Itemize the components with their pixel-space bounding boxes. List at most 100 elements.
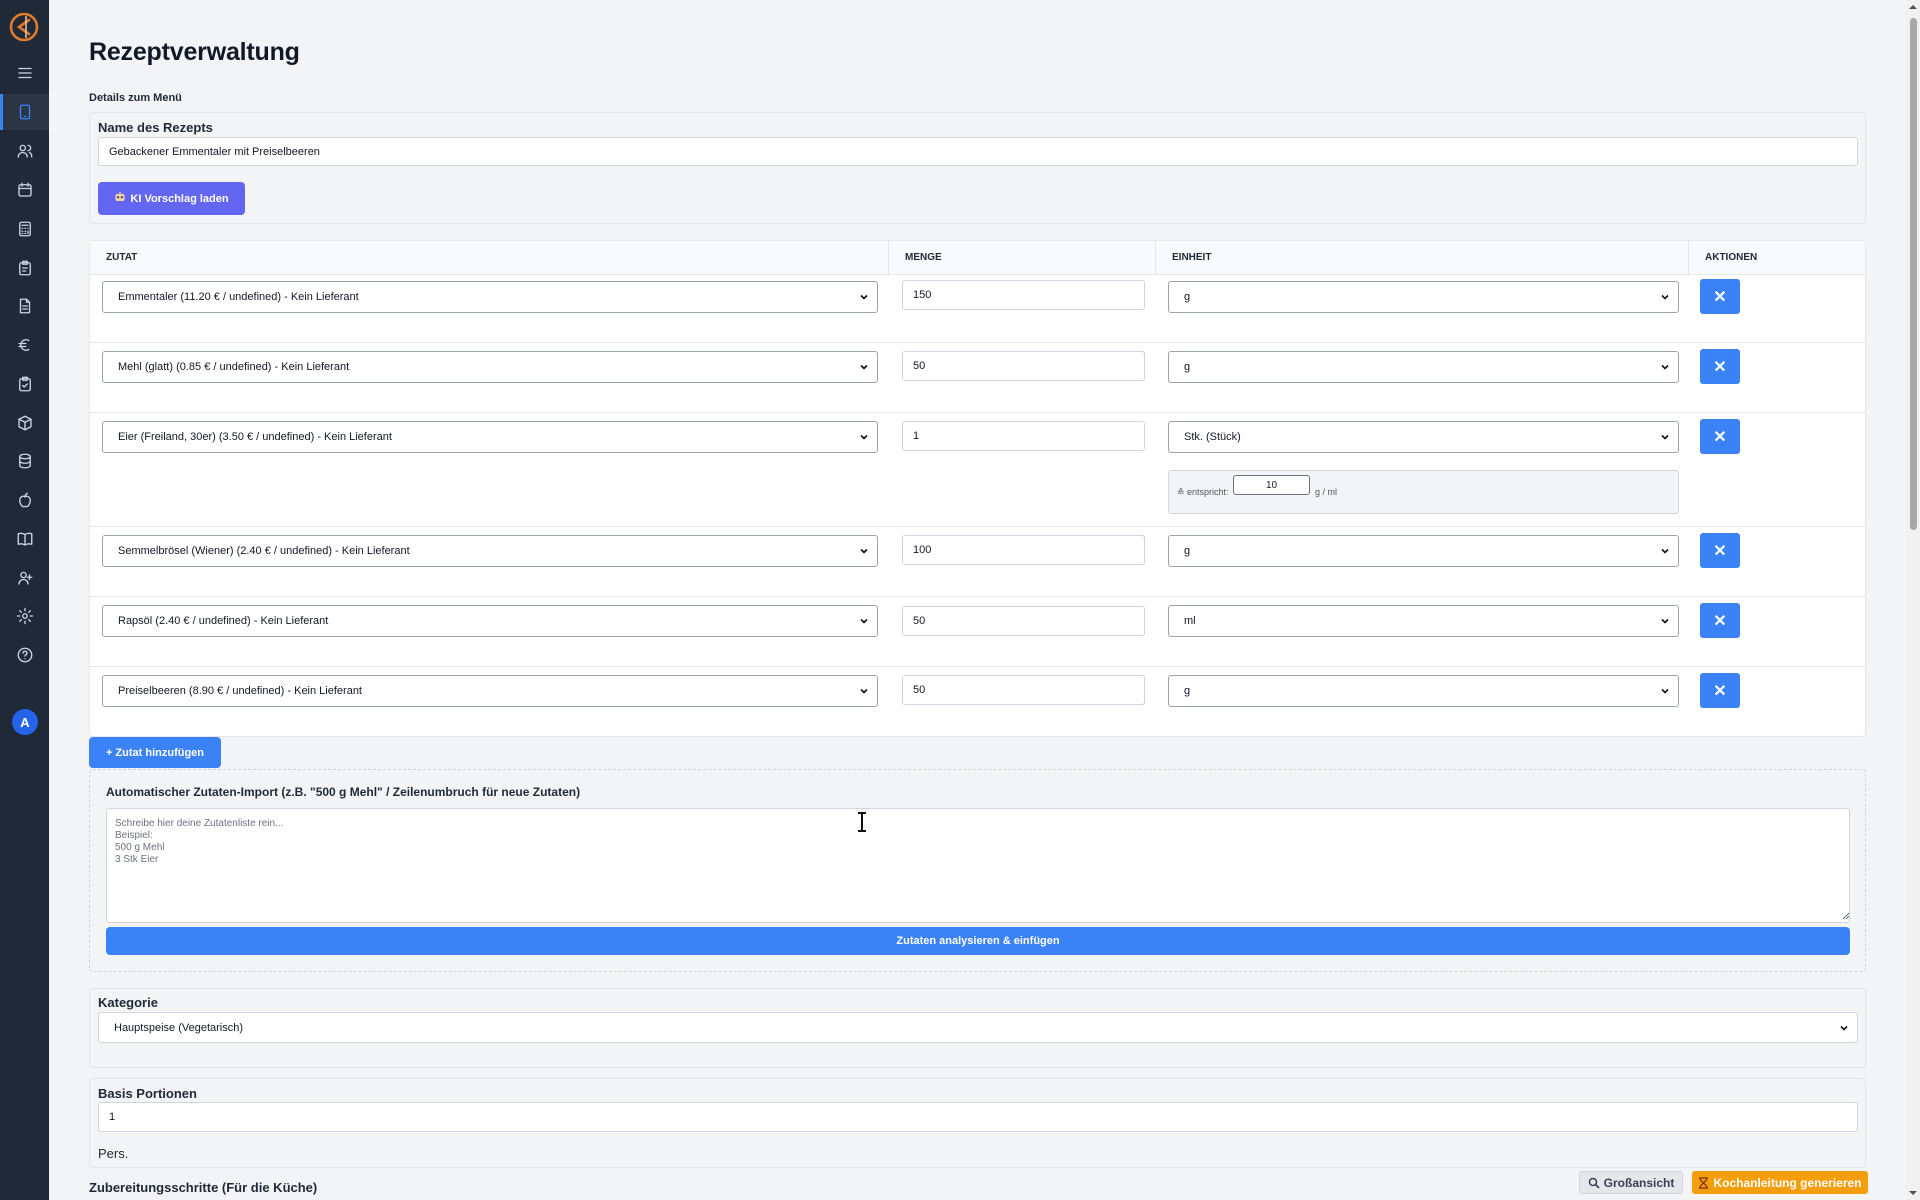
scrollbar[interactable]: [1906, 0, 1920, 1200]
equivalent-label: ≙ entspricht:: [1177, 487, 1229, 497]
clipboard-icon[interactable]: [0, 250, 49, 286]
category-label: Kategorie: [98, 995, 158, 1010]
row-divider: [90, 596, 1865, 597]
unit-select[interactable]: g: [1168, 351, 1679, 383]
portions-card: Basis Portionen 1 Pers.: [89, 1078, 1866, 1168]
column-header-actions: AKTIONEN: [1688, 241, 1865, 275]
scrollbar-thumb[interactable]: [1910, 18, 1917, 530]
ingredients-table: ZUTAT MENGE EINHEIT AKTIONEN Emmentaler …: [89, 240, 1866, 737]
analyze-ingredients-button[interactable]: Zutaten analysieren & einfügen: [106, 927, 1850, 955]
import-textarea[interactable]: Schreibe hier deine Zutatenliste rein...…: [106, 808, 1850, 923]
robot-icon: [114, 191, 126, 206]
page-title: Rezeptverwaltung: [89, 38, 300, 66]
scroll-down-icon[interactable]: [1909, 1189, 1917, 1197]
row-divider: [90, 412, 1865, 413]
delete-row-button[interactable]: ✕: [1700, 533, 1740, 568]
equivalent-input[interactable]: 10: [1233, 475, 1310, 495]
avatar[interactable]: A: [12, 709, 38, 735]
quantity-input[interactable]: 50: [902, 606, 1145, 636]
chevron-down-icon: [1661, 688, 1669, 694]
ingredient-select[interactable]: Semmelbrösel (Wiener) (2.40 € / undefine…: [102, 535, 878, 567]
euro-icon[interactable]: [0, 327, 49, 363]
main-content: Rezeptverwaltung Details zum Menü Name d…: [49, 0, 1906, 1200]
resize-grip-icon[interactable]: [1842, 912, 1850, 920]
delete-row-button[interactable]: ✕: [1700, 673, 1740, 708]
unit-select[interactable]: g: [1168, 281, 1679, 313]
app-logo-icon[interactable]: [9, 12, 39, 42]
ingredient-select[interactable]: Emmentaler (11.20 € / undefined) - Kein …: [102, 281, 878, 313]
quantity-input[interactable]: 100: [902, 535, 1145, 565]
help-icon[interactable]: [0, 637, 49, 673]
chevron-down-icon: [1661, 294, 1669, 300]
database-icon[interactable]: [0, 443, 49, 479]
delete-row-button[interactable]: ✕: [1700, 603, 1740, 638]
quantity-input[interactable]: 50: [902, 675, 1145, 705]
hourglass-icon: [1699, 1176, 1709, 1189]
recipe-name-label: Name des Rezepts: [98, 120, 213, 135]
ingredient-select-value: Eier (Freiland, 30er) (3.50 € / undefine…: [118, 431, 392, 443]
equivalent-unit: g / ml: [1315, 487, 1338, 497]
users-icon[interactable]: [0, 133, 49, 169]
chevron-down-icon: [1661, 618, 1669, 624]
column-header-quantity: MENGE: [888, 241, 1155, 275]
delete-row-button[interactable]: ✕: [1700, 349, 1740, 384]
add-ingredient-button[interactable]: + Zutat hinzufügen: [89, 737, 221, 768]
chevron-down-icon: [860, 294, 868, 300]
delete-row-button[interactable]: ✕: [1700, 419, 1740, 454]
recipe-name-input[interactable]: Gebackener Emmentaler mit Preiselbeeren: [98, 137, 1858, 166]
chevron-down-icon: [860, 688, 868, 694]
ingredient-select[interactable]: Preiselbeeren (8.90 € / undefined) - Kei…: [102, 675, 878, 707]
calendar-icon[interactable]: [0, 172, 49, 208]
unit-select-value: ml: [1184, 615, 1196, 627]
ingredient-select[interactable]: Eier (Freiland, 30er) (3.50 € / undefine…: [102, 421, 878, 453]
column-header-ingredient: ZUTAT: [90, 241, 888, 275]
unit-select-value: g: [1184, 361, 1191, 373]
zoom-view-button[interactable]: Großansicht: [1579, 1171, 1683, 1194]
clipboard-check-icon[interactable]: [0, 366, 49, 402]
unit-select[interactable]: ml: [1168, 605, 1679, 637]
menu-icon[interactable]: [0, 55, 49, 91]
row-divider: [90, 342, 1865, 343]
close-icon: ✕: [1713, 682, 1727, 700]
ingredient-select-value: Mehl (glatt) (0.85 € / undefined) - Kein…: [118, 361, 350, 373]
steps-label: Zubereitungsschritte (Für die Küche): [89, 1180, 318, 1195]
generate-instructions-button[interactable]: Kochanleitung generieren: [1692, 1171, 1868, 1194]
scroll-up-icon[interactable]: [1909, 3, 1917, 11]
quantity-input[interactable]: 150: [902, 280, 1145, 310]
ingredient-select[interactable]: Mehl (glatt) (0.85 € / undefined) - Kein…: [102, 351, 878, 383]
recipe-name-card: Name des Rezepts Gebackener Emmentaler m…: [89, 112, 1866, 224]
close-icon: ✕: [1713, 288, 1727, 306]
ingredient-select[interactable]: Rapsöl (2.40 € / undefined) - Kein Liefe…: [102, 605, 878, 637]
ingredient-select-value: Preiselbeeren (8.90 € / undefined) - Kei…: [118, 685, 362, 697]
zoom-view-label: Großansicht: [1603, 1175, 1675, 1190]
category-card: Kategorie Hauptspeise (Vegetarisch): [89, 988, 1866, 1068]
calculator-icon[interactable]: [0, 211, 49, 247]
delete-row-button[interactable]: ✕: [1700, 279, 1740, 314]
settings-icon[interactable]: [0, 598, 49, 634]
book-icon[interactable]: [0, 521, 49, 557]
unit-equivalent-box: ≙ entspricht: 10 g / ml: [1168, 470, 1679, 514]
column-header-unit: EINHEIT: [1155, 241, 1688, 275]
ai-suggestion-button[interactable]: KI Vorschlag laden: [98, 182, 245, 215]
ingredient-import-card: Automatischer Zutaten-Import (z.B. "500 …: [89, 769, 1866, 972]
unit-select[interactable]: Stk. (Stück): [1168, 421, 1679, 453]
user-plus-icon[interactable]: [0, 560, 49, 596]
package-icon[interactable]: [0, 405, 49, 441]
document-icon[interactable]: [0, 288, 49, 324]
category-select[interactable]: Hauptspeise (Vegetarisch): [98, 1012, 1858, 1043]
text-cursor-icon: [858, 812, 866, 832]
unit-select[interactable]: g: [1168, 675, 1679, 707]
unit-select-value: g: [1184, 291, 1191, 303]
chevron-down-icon: [1661, 434, 1669, 440]
row-divider: [90, 526, 1865, 527]
chevron-down-icon: [860, 364, 868, 370]
quantity-input[interactable]: 1: [902, 421, 1145, 451]
apple-icon[interactable]: [0, 482, 49, 518]
quantity-input[interactable]: 50: [902, 351, 1145, 381]
unit-select-value: Stk. (Stück): [1184, 431, 1241, 443]
unit-select[interactable]: g: [1168, 535, 1679, 567]
tablet-icon[interactable]: [0, 94, 49, 130]
chevron-down-icon: [1661, 548, 1669, 554]
chevron-down-icon: [860, 548, 868, 554]
portions-input[interactable]: 1: [98, 1102, 1858, 1132]
